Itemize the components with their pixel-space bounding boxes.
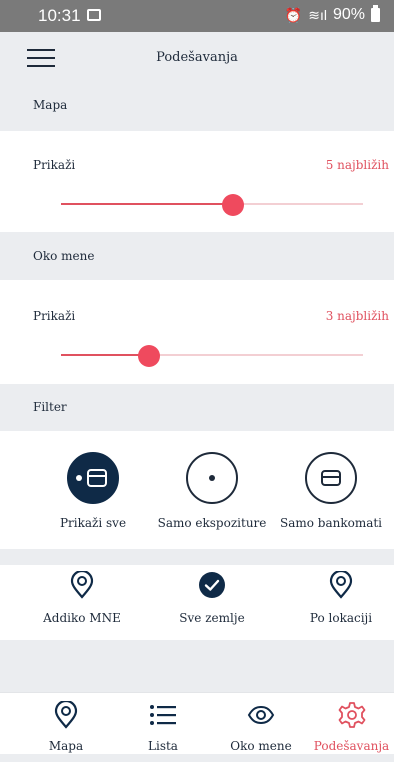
filter-show-all-button[interactable]: Prikaži sve	[33, 452, 153, 530]
location-pin-icon	[281, 570, 394, 600]
nearby-show-label: Prikaži	[33, 309, 76, 323]
atm-card-icon	[67, 452, 119, 504]
nav-nearby[interactable]: Oko mene	[212, 701, 310, 753]
bottom-edge	[0, 754, 394, 762]
nearby-show-value: 3 najbližih	[325, 309, 389, 323]
slider-fill	[61, 203, 234, 205]
nav-label: Podešavanja	[313, 739, 390, 753]
empty-area	[0, 640, 394, 692]
battery-icon	[371, 5, 380, 22]
country-all-countries-option[interactable]: Sve zemlje	[152, 570, 272, 625]
wifi-signal-icon: ≋ıl	[308, 6, 327, 23]
battery-level: 90%	[332, 6, 365, 23]
nav-list[interactable]: Lista	[114, 701, 212, 753]
app-header: Podešavanja	[0, 32, 394, 84]
country-label: Po lokaciji	[309, 611, 373, 625]
status-indicators: ⏰ ≋ıl 90%	[284, 5, 380, 24]
status-bar: 10:31 ⏰ ≋ıl 90%	[0, 0, 394, 32]
country-label: Addiko MNE	[43, 611, 121, 625]
status-time: 10:31	[38, 6, 81, 25]
filter-label: Prikaži sve	[59, 516, 127, 530]
filter-label: Samo bankomati	[279, 516, 383, 530]
gear-icon	[309, 701, 394, 729]
section-divider	[0, 549, 394, 565]
filter-label: Samo ekspoziture	[157, 516, 267, 530]
nav-label: Lista	[148, 739, 178, 753]
country-label: Sve zemlje	[179, 611, 245, 625]
filter-branches-only-button[interactable]: Samo ekspoziture	[152, 452, 272, 530]
dot-icon	[186, 452, 238, 504]
checkmark-icon	[152, 570, 272, 600]
nav-label: Oko mene	[230, 739, 292, 753]
section-header-nearby: Oko mene	[0, 232, 394, 280]
list-icon	[114, 701, 212, 729]
map-show-value: 5 najbližih	[325, 158, 389, 172]
eye-icon	[212, 701, 310, 729]
slider-thumb[interactable]	[222, 194, 245, 216]
country-by-location-option[interactable]: Po lokaciji	[281, 570, 394, 625]
map-show-label: Prikaži	[33, 158, 76, 172]
alarm-icon: ⏰	[284, 6, 303, 23]
map-range-slider[interactable]	[61, 194, 363, 216]
location-pin-icon	[17, 701, 115, 729]
nearby-range-slider[interactable]	[61, 345, 363, 367]
nav-label: Mapa	[48, 739, 84, 753]
country-addiko-mne-option[interactable]: Addiko MNE	[22, 570, 142, 625]
nav-settings[interactable]: Podešavanja	[309, 701, 394, 753]
section-header-map: Mapa	[0, 84, 394, 131]
slider-fill	[61, 354, 149, 356]
card-icon	[305, 452, 357, 504]
image-notification-icon	[87, 9, 101, 21]
slider-thumb[interactable]	[137, 345, 160, 367]
bottom-navigation: Mapa Lista Oko mene Podešavanja	[0, 692, 394, 754]
page-title: Podešavanja	[156, 50, 238, 65]
nav-map[interactable]: Mapa	[17, 701, 115, 753]
location-pin-icon	[22, 570, 142, 600]
filter-atms-only-button[interactable]: Samo bankomati	[271, 452, 391, 530]
section-header-filter: Filter	[0, 384, 394, 431]
